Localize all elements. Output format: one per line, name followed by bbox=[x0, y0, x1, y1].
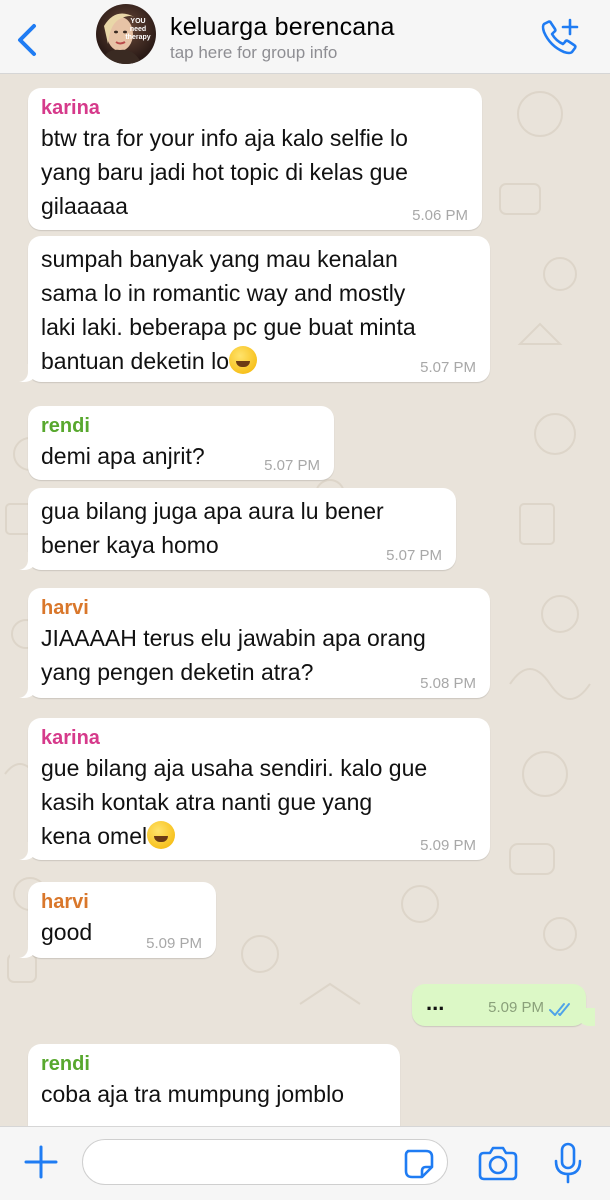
outgoing-message-text: ... bbox=[426, 990, 445, 1015]
message-time: 5.08 PM bbox=[420, 675, 476, 692]
chevron-left-icon[interactable] bbox=[10, 20, 44, 60]
outgoing-message-time: 5.09 PM bbox=[488, 999, 544, 1016]
sender-name[interactable]: harvi bbox=[41, 889, 202, 915]
message-time: 5.07 PM bbox=[420, 359, 476, 376]
sender-name[interactable]: karina bbox=[41, 95, 468, 121]
message-bubble[interactable]: karina btw tra for your info aja kalo se… bbox=[28, 88, 482, 230]
group-info-hint[interactable]: tap here for group info bbox=[170, 43, 337, 63]
message-time: 5.06 PM bbox=[412, 207, 468, 224]
message-text: sumpah banyak yang mau kenalan sama lo i… bbox=[41, 246, 416, 374]
message-bubble[interactable]: sumpah banyak yang mau kenalan sama lo i… bbox=[10, 236, 490, 382]
message-bubble[interactable]: harvi good 5.09 PM bbox=[10, 882, 216, 958]
microphone-icon[interactable] bbox=[552, 1141, 584, 1185]
message-bubble[interactable]: rendi coba aja tra mumpung jomblo bbox=[28, 1044, 400, 1126]
sender-name[interactable]: rendi bbox=[41, 413, 320, 439]
avatar-caption: YOU need therapy bbox=[125, 18, 151, 41]
sticker-icon[interactable] bbox=[402, 1147, 436, 1181]
message-text-wrap: sumpah banyak yang mau kenalan sama lo i… bbox=[41, 242, 476, 378]
outgoing-message-bubble[interactable]: ... 5.09 PM bbox=[412, 984, 595, 1026]
rofl-emoji bbox=[229, 346, 257, 374]
message-text: JIAAAAH terus elu jawabin apa orang yang… bbox=[41, 625, 426, 685]
message-time: 5.07 PM bbox=[386, 547, 442, 564]
message-time: 5.09 PM bbox=[146, 935, 202, 952]
composer-bar bbox=[0, 1126, 610, 1200]
message-bubble[interactable]: rendi demi apa anjrit? 5.07 PM bbox=[28, 406, 334, 480]
sender-name[interactable]: karina bbox=[41, 725, 476, 751]
message-list[interactable]: karina btw tra for your info aja kalo se… bbox=[0, 74, 610, 1126]
message-text-wrap: gue bilang aja usaha sendiri. kalo gue k… bbox=[41, 751, 476, 853]
message-bubble[interactable]: harvi JIAAAAH terus elu jawabin apa oran… bbox=[10, 588, 490, 698]
grin-emoji bbox=[147, 821, 176, 849]
group-avatar[interactable]: YOU need therapy bbox=[96, 4, 156, 64]
message-bubble[interactable]: karina gue bilang aja usaha sendiri. kal… bbox=[10, 718, 490, 860]
chat-header[interactable]: YOU need therapy keluarga berencana tap … bbox=[0, 0, 610, 74]
message-time: 5.07 PM bbox=[264, 457, 320, 474]
message-input[interactable] bbox=[82, 1139, 448, 1185]
message-text: coba aja tra mumpung jomblo bbox=[41, 1081, 344, 1107]
message-bubble[interactable]: gua bilang juga apa aura lu bener bener … bbox=[10, 488, 456, 570]
double-check-icon bbox=[549, 1003, 570, 1016]
message-text: gue bilang aja usaha sendiri. kalo gue k… bbox=[41, 755, 428, 849]
message-time: 5.09 PM bbox=[420, 837, 476, 854]
message-text: gua bilang juga apa aura lu bener bener … bbox=[41, 498, 384, 558]
camera-icon[interactable] bbox=[476, 1145, 520, 1183]
message-text: btw tra for your info aja kalo selfie lo… bbox=[41, 125, 408, 219]
group-title[interactable]: keluarga berencana bbox=[170, 13, 395, 42]
plus-icon[interactable] bbox=[22, 1143, 60, 1181]
sender-name[interactable]: harvi bbox=[41, 595, 476, 621]
phone-plus-icon[interactable] bbox=[538, 16, 582, 58]
sender-name[interactable]: rendi bbox=[41, 1051, 386, 1077]
